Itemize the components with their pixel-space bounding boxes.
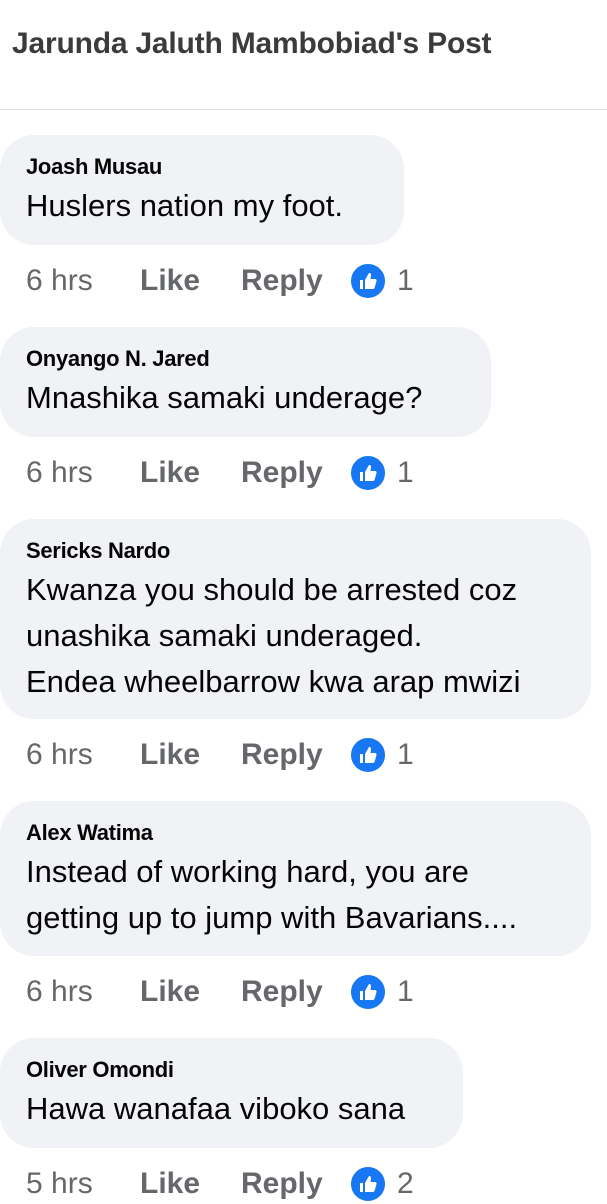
comment-time[interactable]: 6 hrs — [26, 735, 140, 775]
comment-text: Hawa wanafaa viboko sana — [26, 1091, 406, 1126]
comment-bubble: Joash Musau Huslers nation my foot. — [0, 135, 404, 245]
thumbs-up-icon[interactable] — [349, 973, 387, 1012]
comment-time[interactable]: 6 hrs — [26, 972, 140, 1012]
thumbs-up-icon[interactable] — [349, 262, 387, 301]
thumbs-up-icon[interactable] — [349, 1165, 387, 1204]
reply-button[interactable]: Reply — [241, 1164, 349, 1204]
reaction-count[interactable]: 1 — [397, 453, 414, 493]
comment-bubble: Sericks Nardo Kwanza you should be arres… — [0, 519, 591, 719]
comment-author[interactable]: Alex Watima — [26, 819, 565, 847]
comment-actions: 6 hrs Like Reply 1 — [26, 971, 414, 1012]
comment: Onyango N. Jared Mnashika samaki underag… — [0, 327, 491, 437]
comment-time[interactable]: 6 hrs — [26, 261, 140, 301]
comment-author[interactable]: Onyango N. Jared — [26, 345, 465, 373]
comment: Sericks Nardo Kwanza you should be arres… — [0, 519, 591, 719]
reply-button[interactable]: Reply — [241, 735, 349, 775]
reply-button[interactable]: Reply — [241, 453, 349, 493]
comment-actions: 5 hrs Like Reply 2 — [26, 1163, 414, 1204]
like-button[interactable]: Like — [140, 1164, 241, 1204]
reaction-count[interactable]: 2 — [397, 1164, 414, 1204]
comment-author[interactable]: Oliver Omondi — [26, 1056, 437, 1084]
comment-time[interactable]: 5 hrs — [26, 1164, 140, 1204]
reply-button[interactable]: Reply — [241, 261, 349, 301]
comment-actions: 6 hrs Like Reply 1 — [26, 452, 414, 493]
post-header: Jarunda Jaluth Mambobiad's Post — [0, 0, 607, 110]
page-title: Jarunda Jaluth Mambobiad's Post — [12, 27, 492, 60]
comment-actions: 6 hrs Like Reply 1 — [26, 734, 414, 775]
comment-text: Huslers nation my foot. — [26, 188, 344, 223]
comment: Alex Watima Instead of working hard, you… — [0, 801, 591, 956]
reply-button[interactable]: Reply — [241, 972, 349, 1012]
comment-text: Instead of working hard, you are getting… — [26, 854, 518, 935]
comment-author[interactable]: Joash Musau — [26, 153, 378, 181]
comment: Joash Musau Huslers nation my foot. — [0, 135, 404, 245]
comment-author[interactable]: Sericks Nardo — [26, 537, 565, 565]
comment-text: Kwanza you should be arrested coz unashi… — [26, 572, 521, 699]
like-button[interactable]: Like — [140, 735, 241, 775]
comment-bubble: Alex Watima Instead of working hard, you… — [0, 801, 591, 956]
comment: Oliver Omondi Hawa wanafaa viboko sana — [0, 1038, 463, 1148]
like-button[interactable]: Like — [140, 972, 241, 1012]
like-button[interactable]: Like — [140, 261, 241, 301]
reaction-count[interactable]: 1 — [397, 735, 414, 775]
like-button[interactable]: Like — [140, 453, 241, 493]
reaction-count[interactable]: 1 — [397, 261, 414, 301]
comment-bubble: Onyango N. Jared Mnashika samaki underag… — [0, 327, 491, 437]
reaction-count[interactable]: 1 — [397, 972, 414, 1012]
comment-actions: 6 hrs Like Reply 1 — [26, 260, 414, 301]
thumbs-up-icon[interactable] — [349, 454, 387, 493]
comment-bubble: Oliver Omondi Hawa wanafaa viboko sana — [0, 1038, 463, 1148]
comment-text: Mnashika samaki underage? — [26, 380, 423, 415]
thumbs-up-icon[interactable] — [349, 736, 387, 775]
comment-time[interactable]: 6 hrs — [26, 453, 140, 493]
